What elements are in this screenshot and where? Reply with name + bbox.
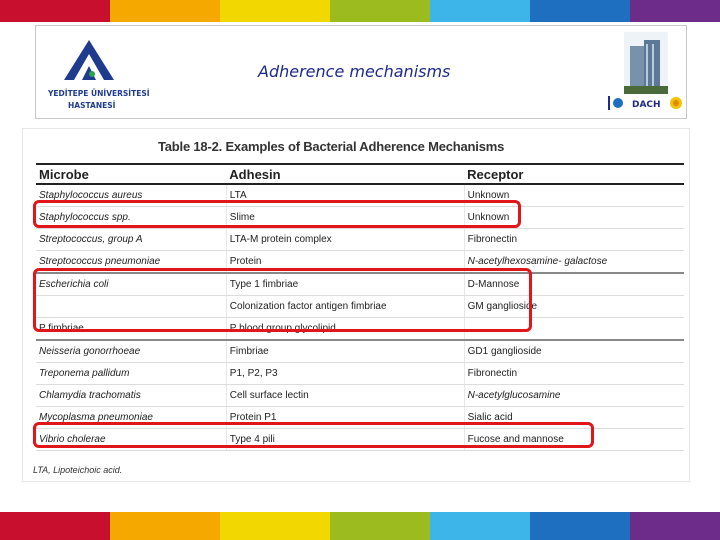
bottom-color-stripe xyxy=(0,512,720,540)
cell-microbe: Chlamydia trachomatis xyxy=(36,384,227,407)
top-color-stripe xyxy=(0,0,720,22)
cell-microbe: Streptococcus, group A xyxy=(36,228,227,251)
cell-adhesin: Fimbriae xyxy=(226,339,465,363)
stripe-orange xyxy=(110,0,220,22)
cell-microbe: Neisseria gonorrhoeae xyxy=(36,339,227,363)
hospital-building-image xyxy=(624,32,668,94)
highlight-box-vibrio xyxy=(33,422,594,448)
table-title: Table 18-2. Examples of Bacterial Adhere… xyxy=(158,139,505,154)
table-row: Streptococcus, group A LTA-M protein comp… xyxy=(36,228,684,251)
stripe-blue xyxy=(530,512,630,540)
slide-header: YEDİTEPE ÜNİVERSİTESİ HASTANESİ Adherenc… xyxy=(35,25,687,119)
stripe-purple xyxy=(630,512,720,540)
table-row: Chlamydia trachomatis Cell surface lectin… xyxy=(36,384,684,407)
cell-adhesin: LTA-M protein complex xyxy=(226,228,465,251)
header-microbe: Microbe xyxy=(36,163,227,185)
partner-text: DACH xyxy=(632,100,661,110)
cell-microbe: Treponema pallidum xyxy=(36,362,227,385)
table-row: Neisseria gonorrhoeae Fimbriae GD1 ganglio… xyxy=(36,339,684,363)
slide-title: Adherence mechanisms xyxy=(258,62,451,81)
header-adhesin: Adhesin xyxy=(226,163,465,185)
highlight-box-staphylococcus xyxy=(33,200,521,228)
cell-receptor: Fibronectin xyxy=(464,362,684,385)
cell-receptor: Fibronectin xyxy=(464,228,684,251)
stripe-orange xyxy=(110,512,220,540)
stripe-yellow xyxy=(220,0,330,22)
stripe-purple xyxy=(630,0,720,22)
partner-logos: DACH xyxy=(608,94,684,112)
cell-receptor: N-acetylglucosamine xyxy=(464,384,684,407)
header-receptor: Receptor xyxy=(464,163,684,185)
logo-text-line1: YEDİTEPE ÜNİVERSİTESİ xyxy=(47,89,150,98)
table-row: Treponema pallidum P1, P2, P3 Fibronectin xyxy=(36,362,684,385)
cell-adhesin: Cell surface lectin xyxy=(226,384,465,407)
logo-text-line2: HASTANESİ xyxy=(68,101,116,110)
stripe-light-blue xyxy=(430,512,530,540)
highlight-box-escherichia xyxy=(33,268,532,332)
cell-receptor: GD1 ganglioside xyxy=(464,339,684,363)
table-header-row: Microbe Adhesin Receptor xyxy=(36,163,684,185)
table-footnote: LTA, Lipoteichoic acid. xyxy=(33,465,123,475)
stripe-light-blue xyxy=(430,0,530,22)
stripe-green xyxy=(330,0,430,22)
stripe-red xyxy=(0,512,110,540)
stripe-blue xyxy=(530,0,630,22)
stripe-green xyxy=(330,512,430,540)
yeditepe-logo: YEDİTEPE ÜNİVERSİTESİ HASTANESİ xyxy=(47,40,150,110)
stripe-red xyxy=(0,0,110,22)
stripe-yellow xyxy=(220,512,330,540)
cell-adhesin: P1, P2, P3 xyxy=(226,362,465,385)
